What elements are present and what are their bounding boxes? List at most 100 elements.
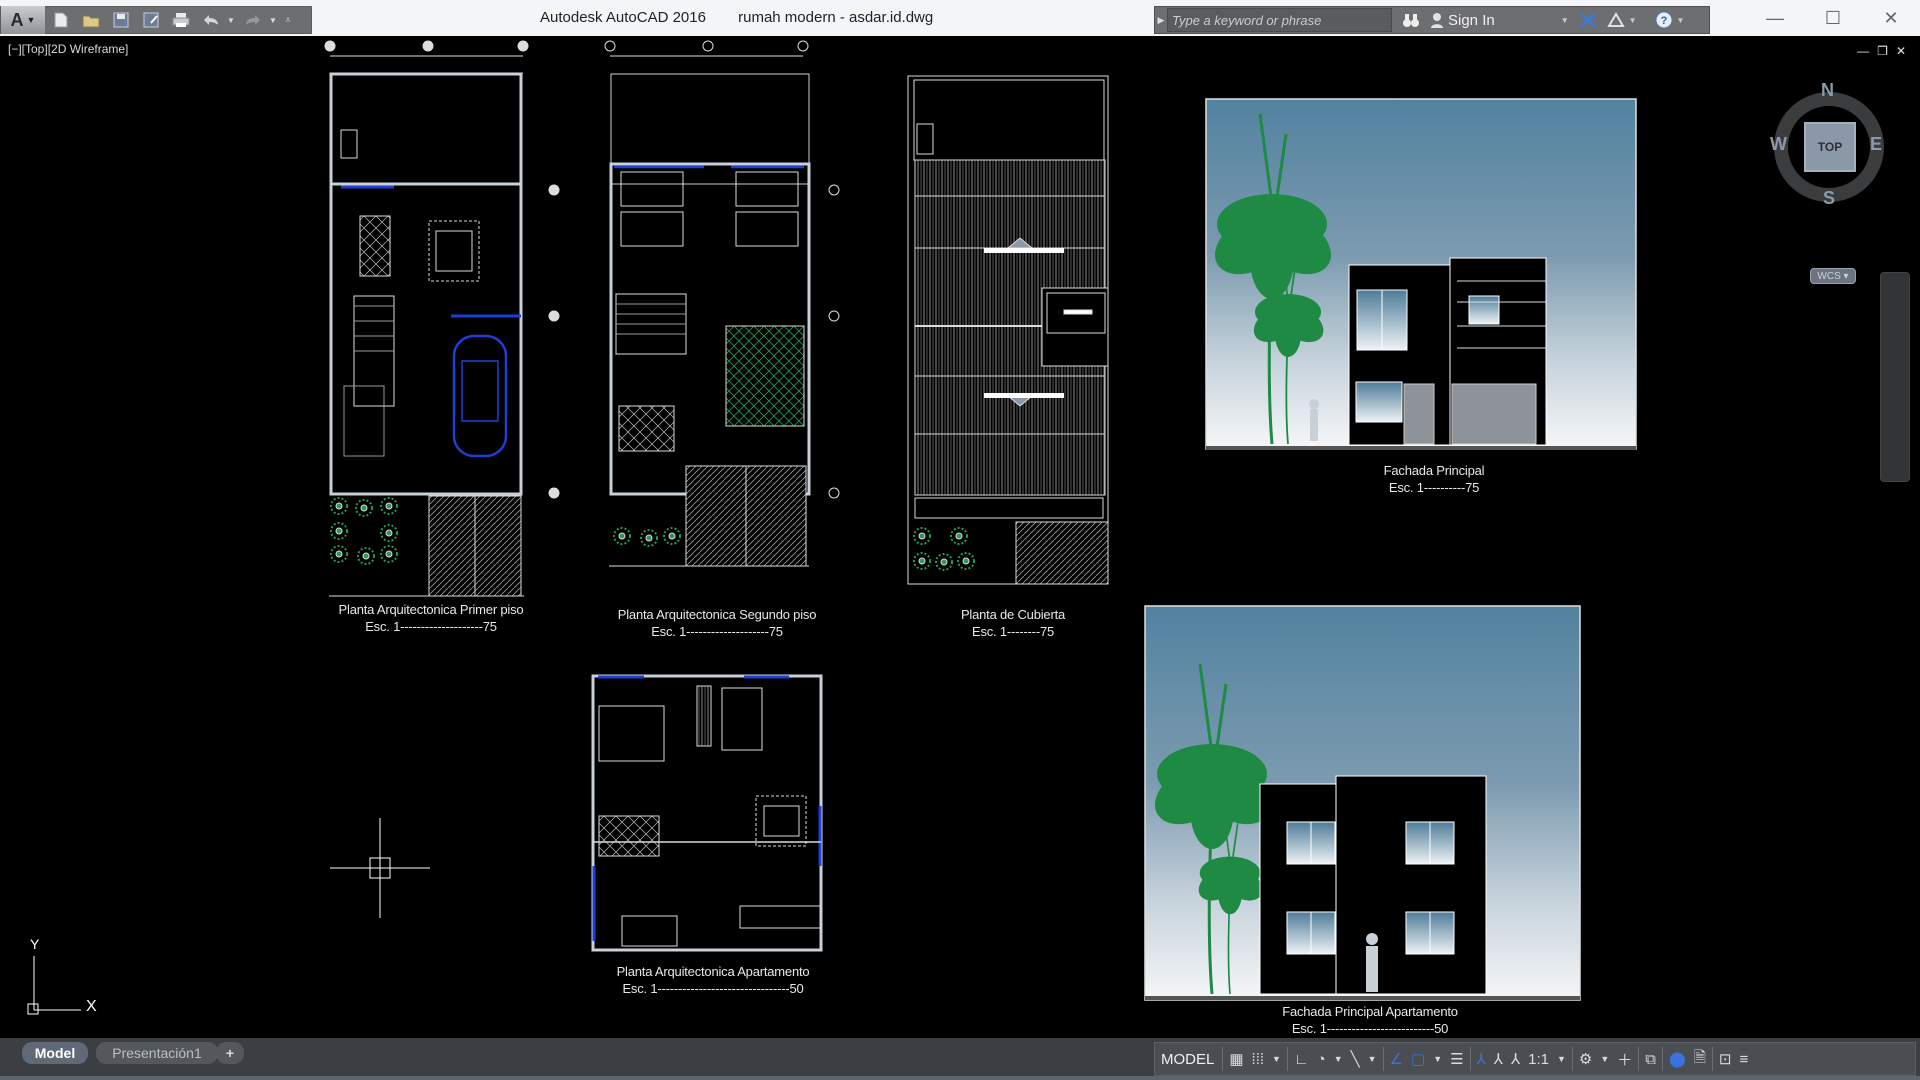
ortho-icon[interactable]: ∟ (1290, 1044, 1313, 1074)
new-icon[interactable] (47, 9, 75, 31)
save-icon[interactable] (107, 9, 135, 31)
help-dropdown-icon[interactable]: ▼ (1677, 16, 1685, 25)
search-input[interactable] (1167, 8, 1392, 32)
save-as-icon[interactable] (137, 9, 165, 31)
drawing-canvas (324, 40, 1637, 1001)
app-name: Autodesk AutoCAD 2016 (540, 9, 706, 26)
caption-scale: Esc. 1--------------------75 (651, 624, 783, 639)
snap-icon[interactable]: ⁞⁞⁞ (1248, 1044, 1269, 1074)
osnap-dropdown-icon[interactable]: ▼ (1429, 1044, 1446, 1074)
layout-tabs: Model Presentación1 + (0, 1038, 1150, 1080)
annotation-monitor-icon[interactable]: ＋ (1613, 1044, 1636, 1074)
object-snap-icon[interactable]: ▢ (1407, 1044, 1429, 1074)
isodraft-icon[interactable]: ╲ (1347, 1044, 1364, 1074)
customization-menu-icon[interactable]: ≡ (1735, 1044, 1752, 1074)
add-layout-button[interactable]: + (216, 1042, 244, 1064)
viewcube[interactable]: TOP N S E W WCS ▾ (1764, 78, 1894, 284)
navigation-bar[interactable] (1880, 272, 1910, 482)
polar-tracking-icon[interactable]: ◔ (1313, 1044, 1330, 1074)
caption-fachada-apartamento: Fachada Principal Apartamento Esc. 1----… (1250, 1003, 1490, 1037)
plot-icon[interactable] (167, 9, 195, 31)
window-title: Autodesk AutoCAD 2016 rumah modern - asd… (540, 9, 961, 26)
application-menu-button[interactable]: A ▼ (1, 6, 45, 34)
exchange-apps-icon[interactable] (1579, 12, 1597, 28)
maximize-button[interactable]: ☐ (1804, 0, 1862, 36)
open-icon[interactable] (77, 9, 105, 31)
minimize-button[interactable]: — (1746, 0, 1804, 36)
hardware-acceleration-icon[interactable]: ⬤ (1665, 1044, 1690, 1074)
caption-title: Planta de Cubierta (960, 607, 1066, 622)
customize-qat-icon[interactable]: ⩡ (279, 15, 297, 26)
crosshair-cursor (330, 818, 430, 918)
annotation-scale-dropdown-icon[interactable]: ▼ (1553, 1044, 1570, 1074)
drawing-area[interactable]: [−][Top][2D Wireframe] — ❐ ✕ Planta Arqu… (4, 36, 1910, 1038)
window-controls: — ☐ ✕ (1746, 0, 1920, 36)
ucs-x-label: X (86, 998, 97, 1015)
caption-planta-primer-piso: Planta Arquitectonica Primer piso Esc. 1… (321, 601, 541, 635)
compass-south[interactable]: S (1823, 188, 1835, 209)
chevron-down-icon: ▼ (26, 15, 36, 25)
redo-icon[interactable] (239, 9, 267, 31)
compass-north[interactable]: N (1821, 80, 1834, 101)
quick-access-toolbar: A ▼ ▼ ▼ ⩡ (0, 6, 312, 34)
snap-dropdown-icon[interactable]: ▼ (1268, 1044, 1285, 1074)
taskbar-edge (0, 1076, 1920, 1080)
caption-planta-segundo-piso: Planta Arquitectonica Segundo piso Esc. … (602, 606, 832, 640)
divider (1571, 1047, 1573, 1071)
binoculars-icon[interactable] (1402, 12, 1420, 28)
grid-icon[interactable]: ▦ (1225, 1044, 1247, 1074)
help-icon[interactable]: ? (1655, 11, 1673, 29)
units-icon[interactable]: ⧉ (1641, 1044, 1660, 1074)
compass-east[interactable]: E (1870, 134, 1882, 155)
caption-scale: Esc. 1--------75 (971, 624, 1055, 639)
file-name: rumah modern - asdar.id.dwg (738, 9, 934, 26)
divider (1222, 1047, 1224, 1071)
auto-scale-icon[interactable]: ⅄ (1490, 1044, 1507, 1074)
svg-text:?: ? (1660, 15, 1667, 27)
caption-title: Planta Arquitectonica Primer piso (338, 602, 524, 617)
user-icon[interactable] (1430, 12, 1444, 28)
floor-plan-first (324, 40, 560, 597)
caption-scale: Esc. 1--------------------75 (365, 619, 497, 634)
ucs-icon: Y X (26, 936, 106, 1016)
annotation-scale-icon[interactable]: ⅄ (1507, 1044, 1524, 1074)
tab-presentacion1[interactable]: Presentación1 (96, 1042, 218, 1064)
isodraft-dropdown-icon[interactable]: ▼ (1364, 1044, 1381, 1074)
polar-dropdown-icon[interactable]: ▼ (1330, 1044, 1347, 1074)
redo-dropdown-icon[interactable]: ▼ (267, 16, 279, 25)
search-expand-icon[interactable]: ▶ (1155, 15, 1167, 26)
sign-in-button[interactable]: Sign In (1448, 12, 1495, 29)
ucs-y-label: Y (30, 936, 40, 952)
annotation-visibility-icon[interactable]: ⅄ (1473, 1044, 1490, 1074)
autodesk-a360-icon[interactable] (1606, 12, 1625, 28)
facade-apartment (1142, 605, 1581, 1001)
lineweight-icon[interactable]: ☰ (1446, 1044, 1467, 1074)
model-space-button[interactable]: MODEL (1155, 1044, 1220, 1074)
workspace-dropdown-icon[interactable]: ▼ (1596, 1044, 1613, 1074)
isolate-objects-icon[interactable]: 🗎 (1690, 1044, 1710, 1074)
caption-title: Fachada Principal Apartamento (1282, 1004, 1458, 1019)
status-bar: MODEL ▦ ⁞⁞⁞ ▼ ∟ ◔ ▼ ╲ ▼ ∠ ▢ ▼ ☰ ⅄ ⅄ ⅄ 1:… (1150, 1038, 1920, 1080)
divider (1662, 1047, 1664, 1071)
sign-in-dropdown-icon[interactable]: ▼ (1561, 16, 1569, 25)
caption-fachada-principal: Fachada Principal Esc. 1----------75 (1344, 462, 1524, 496)
a360-dropdown-icon[interactable]: ▼ (1629, 16, 1637, 25)
tab-model[interactable]: Model (22, 1042, 88, 1064)
undo-icon[interactable] (197, 9, 225, 31)
close-button[interactable]: ✕ (1862, 0, 1920, 36)
title-bar: A ▼ ▼ ▼ ⩡ Autodesk AutoCAD 2016 rumah mod… (0, 0, 1920, 36)
caption-planta-apartamento: Planta Arquitectonica Apartamento Esc. 1… (588, 963, 838, 997)
caption-scale: Esc. 1--------------------------50 (1291, 1021, 1449, 1036)
divider (1711, 1047, 1713, 1071)
caption-planta-cubierta: Planta de Cubierta Esc. 1--------75 (938, 606, 1088, 640)
autocad-logo-icon: A (10, 9, 24, 30)
annotation-scale-value[interactable]: 1:1 (1524, 1044, 1553, 1074)
undo-dropdown-icon[interactable]: ▼ (225, 16, 237, 25)
wcs-menu-button[interactable]: WCS ▾ (1810, 268, 1856, 284)
divider (1638, 1047, 1640, 1071)
viewcube-top-face[interactable]: TOP (1804, 122, 1856, 172)
compass-west[interactable]: W (1770, 134, 1787, 155)
workspace-gear-icon[interactable]: ⚙ (1575, 1044, 1596, 1074)
object-snap-tracking-icon[interactable]: ∠ (1386, 1044, 1407, 1074)
clean-screen-icon[interactable]: ⊡ (1715, 1044, 1736, 1074)
